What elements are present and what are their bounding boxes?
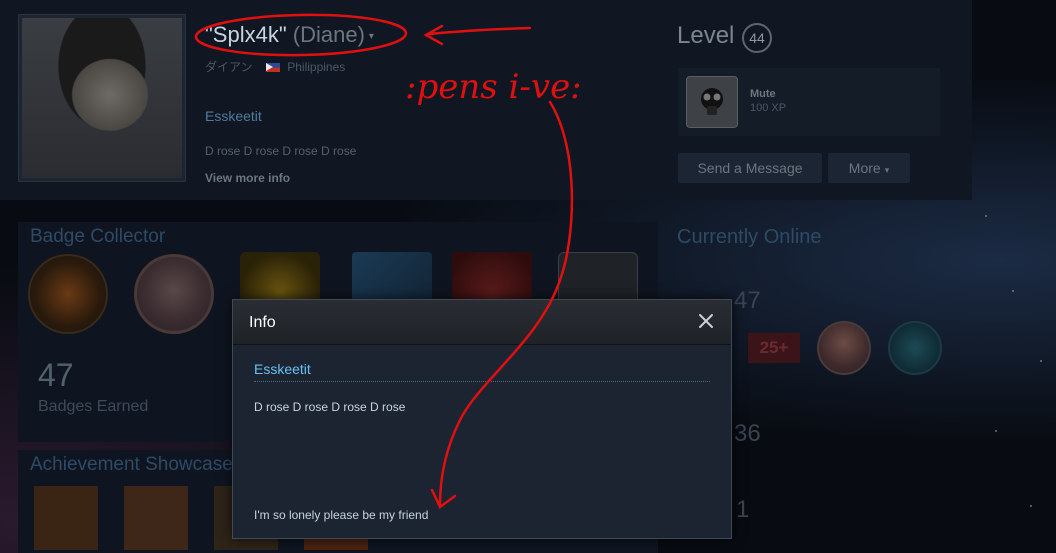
info-modal: Info Esskeetit D rose D rose D rose D ro… [232, 299, 732, 539]
modal-header: Info [233, 300, 731, 345]
modal-summary-link[interactable]: Esskeetit [254, 361, 710, 382]
close-icon[interactable] [695, 310, 717, 332]
modal-footer-text: I'm so lonely please be my friend [254, 508, 429, 522]
modal-summary-text: D rose D rose D rose D rose [254, 400, 406, 414]
modal-body: Esskeetit D rose D rose D rose D rose I'… [233, 345, 731, 539]
modal-title: Info [249, 314, 276, 331]
